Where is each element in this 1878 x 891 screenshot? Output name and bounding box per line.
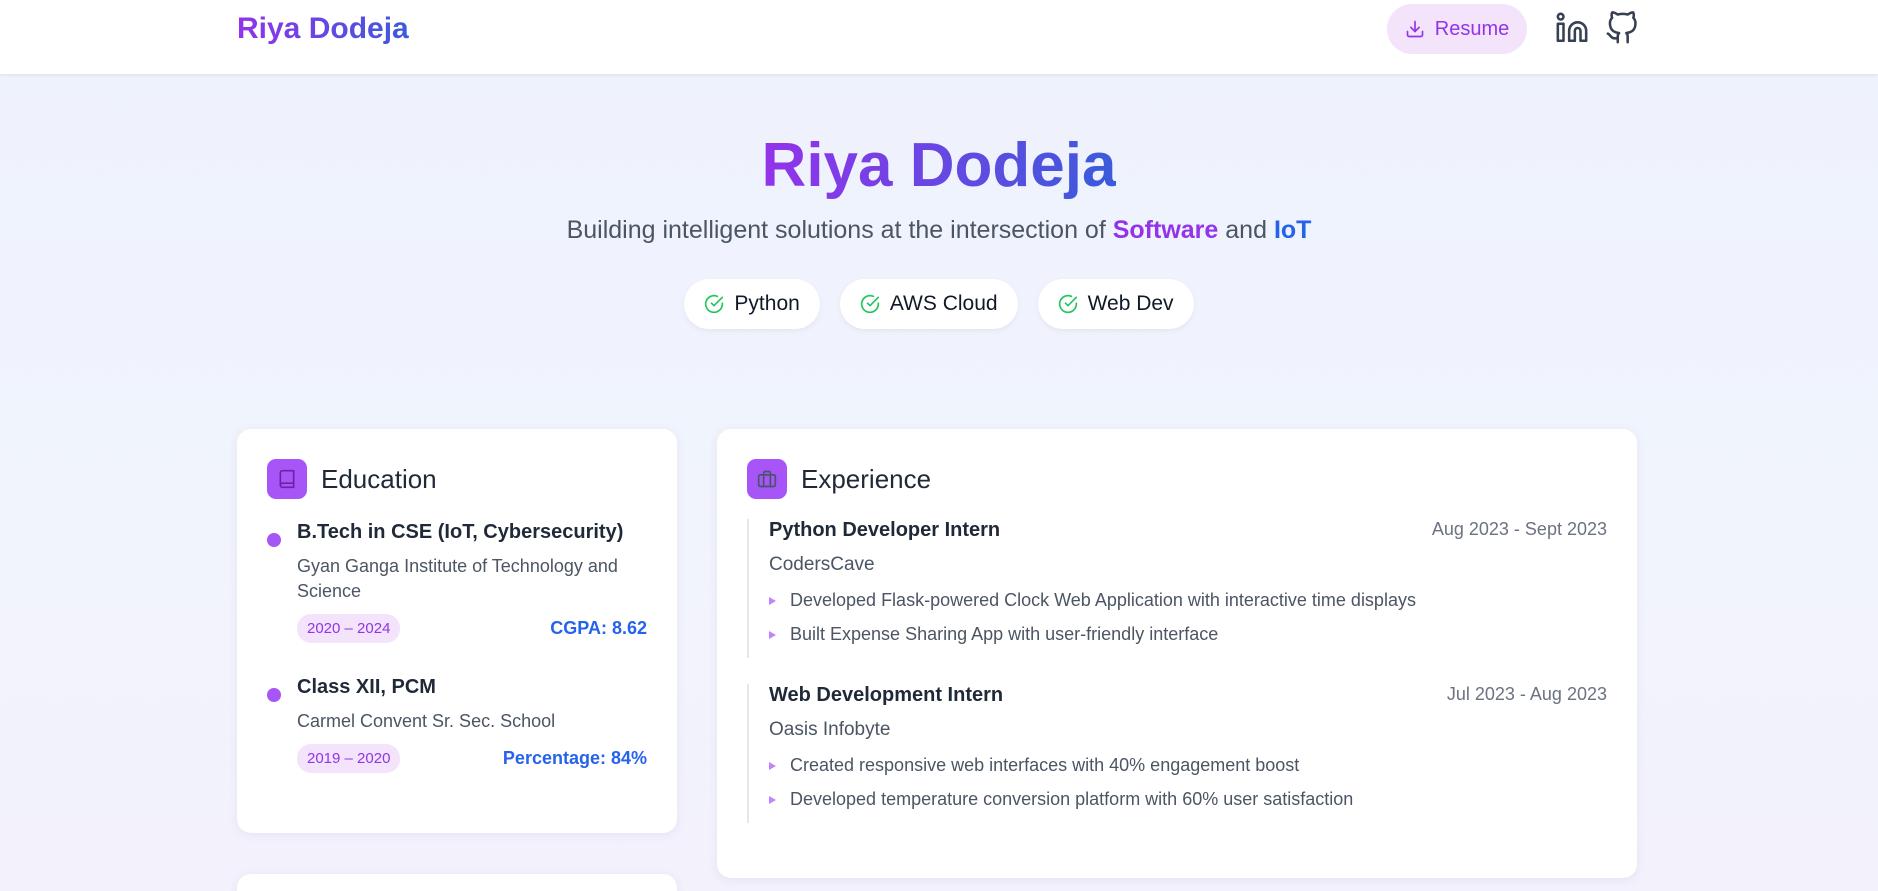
skill-label: AWS Cloud <box>889 292 998 315</box>
bullet-text: Created responsive web interfaces with 4… <box>790 755 1300 775</box>
triangle-bullet-icon <box>769 795 776 804</box>
company: CodersCave <box>769 554 875 575</box>
years-badge: 2019 – 2020 <box>297 744 401 773</box>
education-title: Education <box>321 463 437 494</box>
github-link[interactable] <box>1605 11 1639 45</box>
degree: Class XII, PCM <box>297 676 436 698</box>
tagline-software: Software <box>1112 216 1219 244</box>
book-icon <box>267 459 307 499</box>
dates: Jul 2023 - Aug 2023 <box>1446 684 1607 704</box>
experience-title: Experience <box>801 463 932 494</box>
triangle-bullet-icon <box>769 596 776 605</box>
bullet-list: Created responsive web interfaces with 4… <box>769 755 1607 810</box>
triangle-bullet-icon <box>769 630 776 639</box>
check-circle-icon <box>1058 294 1077 314</box>
skill-label: Web Dev <box>1087 292 1174 315</box>
degree: B.Tech in CSE (IoT, Cybersecurity) <box>297 521 624 543</box>
education-header: Education <box>267 459 437 499</box>
top-nav: Riya Dodeja Resume <box>0 0 1878 74</box>
triangle-bullet-icon <box>769 761 776 770</box>
skill-label: Python <box>734 292 800 315</box>
bullet-text: Developed temperature conversion platfor… <box>790 789 1354 809</box>
skill-chip-python: Python <box>684 279 820 329</box>
hero-name: Riya Dodeja <box>761 131 1117 200</box>
experience-card: Experience Python Developer Intern Aug 2… <box>717 429 1637 878</box>
github-icon <box>1606 11 1637 44</box>
institution: Gyan Ganga Institute of Technology and S… <box>297 556 618 601</box>
years-badge: 2020 – 2024 <box>297 614 401 643</box>
check-circle-icon <box>705 294 724 314</box>
role: Python Developer Intern <box>769 519 1001 541</box>
education-item: Class XII, PCM Carmel Convent Sr. Sec. S… <box>267 676 647 773</box>
bullet-text: Built Expense Sharing App with user-frie… <box>790 624 1219 644</box>
skill-chip-aws: AWS Cloud <box>839 279 1018 329</box>
role: Web Development Intern <box>769 684 1004 706</box>
score: Percentage: 84% <box>502 748 647 768</box>
skill-chip-webdev: Web Dev <box>1037 279 1194 329</box>
company: Oasis Infobyte <box>769 719 891 740</box>
bullet-list: Developed Flask-powered Clock Web Applic… <box>769 590 1607 645</box>
tagline-prefix: Building intelligent solutions at the in… <box>566 216 1113 244</box>
education-item: B.Tech in CSE (IoT, Cybersecurity) Gyan … <box>267 521 647 643</box>
bullet-item: Built Expense Sharing App with user-frie… <box>769 624 1607 645</box>
download-icon <box>1406 20 1424 38</box>
hero-name-wrap: Riya Dodeja <box>0 130 1878 201</box>
experience-header: Experience <box>747 459 931 499</box>
next-section-card <box>237 874 677 891</box>
resume-download-button[interactable]: Resume <box>1387 4 1527 54</box>
timeline-dot <box>267 688 281 702</box>
tagline-and: and <box>1218 216 1274 244</box>
tagline-iot: IoT <box>1273 216 1312 244</box>
dates: Aug 2023 - Sept 2023 <box>1431 519 1607 539</box>
bullet-item: Developed temperature conversion platfor… <box>769 789 1607 810</box>
timeline-dot <box>267 533 281 547</box>
experience-item: Python Developer Intern Aug 2023 - Sept … <box>747 519 1607 658</box>
score: CGPA: 8.62 <box>550 618 647 638</box>
bullet-text: Developed Flask-powered Clock Web Applic… <box>790 590 1416 610</box>
education-card: Education B.Tech in CSE (IoT, Cybersecur… <box>237 429 677 833</box>
bullet-item: Created responsive web interfaces with 4… <box>769 755 1607 776</box>
experience-item: Web Development Intern Jul 2023 - Aug 20… <box>747 684 1607 823</box>
linkedin-icon <box>1556 12 1588 43</box>
bullet-item: Developed Flask-powered Clock Web Applic… <box>769 590 1607 611</box>
check-circle-icon <box>860 294 879 314</box>
linkedin-link[interactable] <box>1555 11 1589 45</box>
institution: Carmel Convent Sr. Sec. School <box>297 711 556 731</box>
skill-chips: Python AWS Cloud Web Dev <box>0 279 1878 329</box>
briefcase-icon <box>747 459 787 499</box>
brand-logo-text[interactable]: Riya Dodeja <box>237 12 409 46</box>
resume-label: Resume <box>1434 17 1510 40</box>
hero-tagline: Building intelligent solutions at the in… <box>0 216 1878 245</box>
